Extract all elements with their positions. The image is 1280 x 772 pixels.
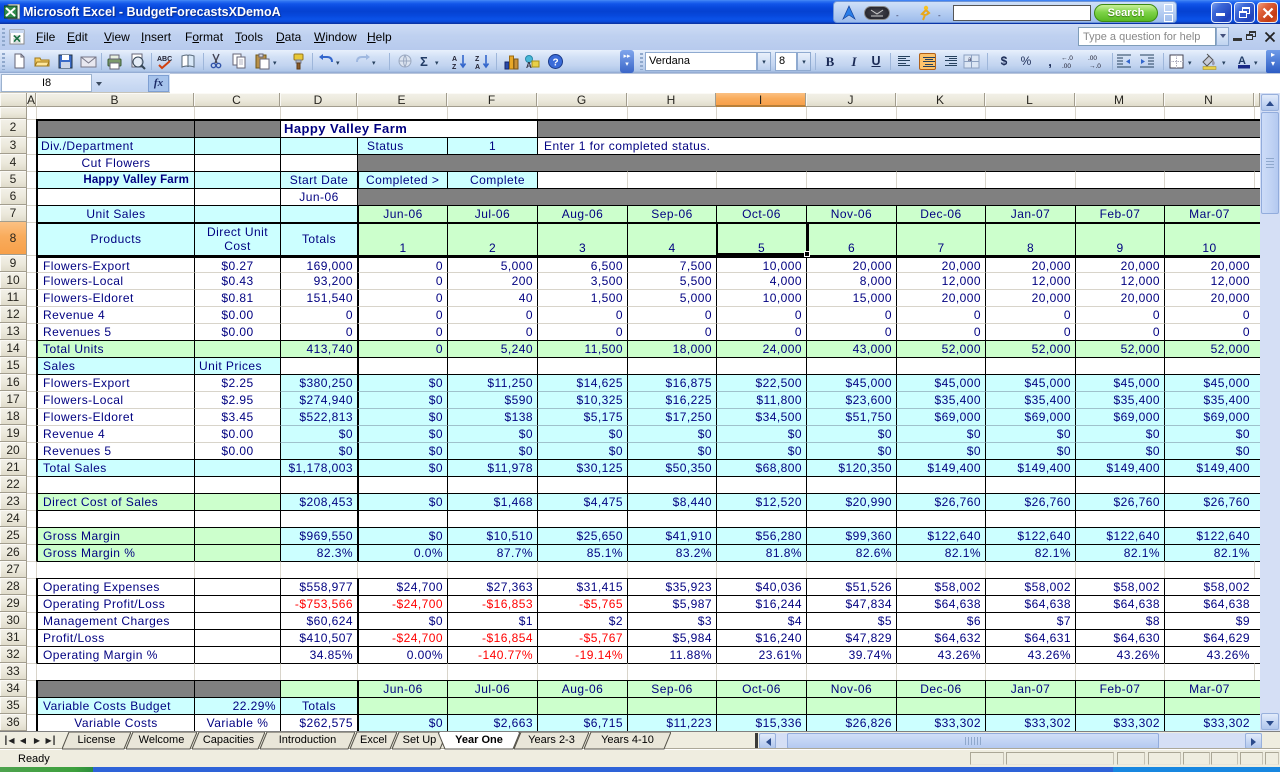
svg-text:←.0: ←.0: [1061, 55, 1073, 62]
svg-text:?: ?: [553, 58, 559, 69]
svg-text:.00: .00: [1088, 55, 1097, 62]
svg-text:A: A: [452, 56, 457, 63]
svg-text:Z: Z: [452, 64, 457, 70]
svg-text:.00: .00: [1062, 63, 1071, 70]
svg-text:A: A: [526, 61, 532, 70]
svg-text:Σ: Σ: [420, 54, 428, 69]
svg-text:→.0: →.0: [1089, 63, 1101, 70]
svg-text:A: A: [475, 64, 480, 70]
svg-text:Z: Z: [475, 56, 480, 63]
